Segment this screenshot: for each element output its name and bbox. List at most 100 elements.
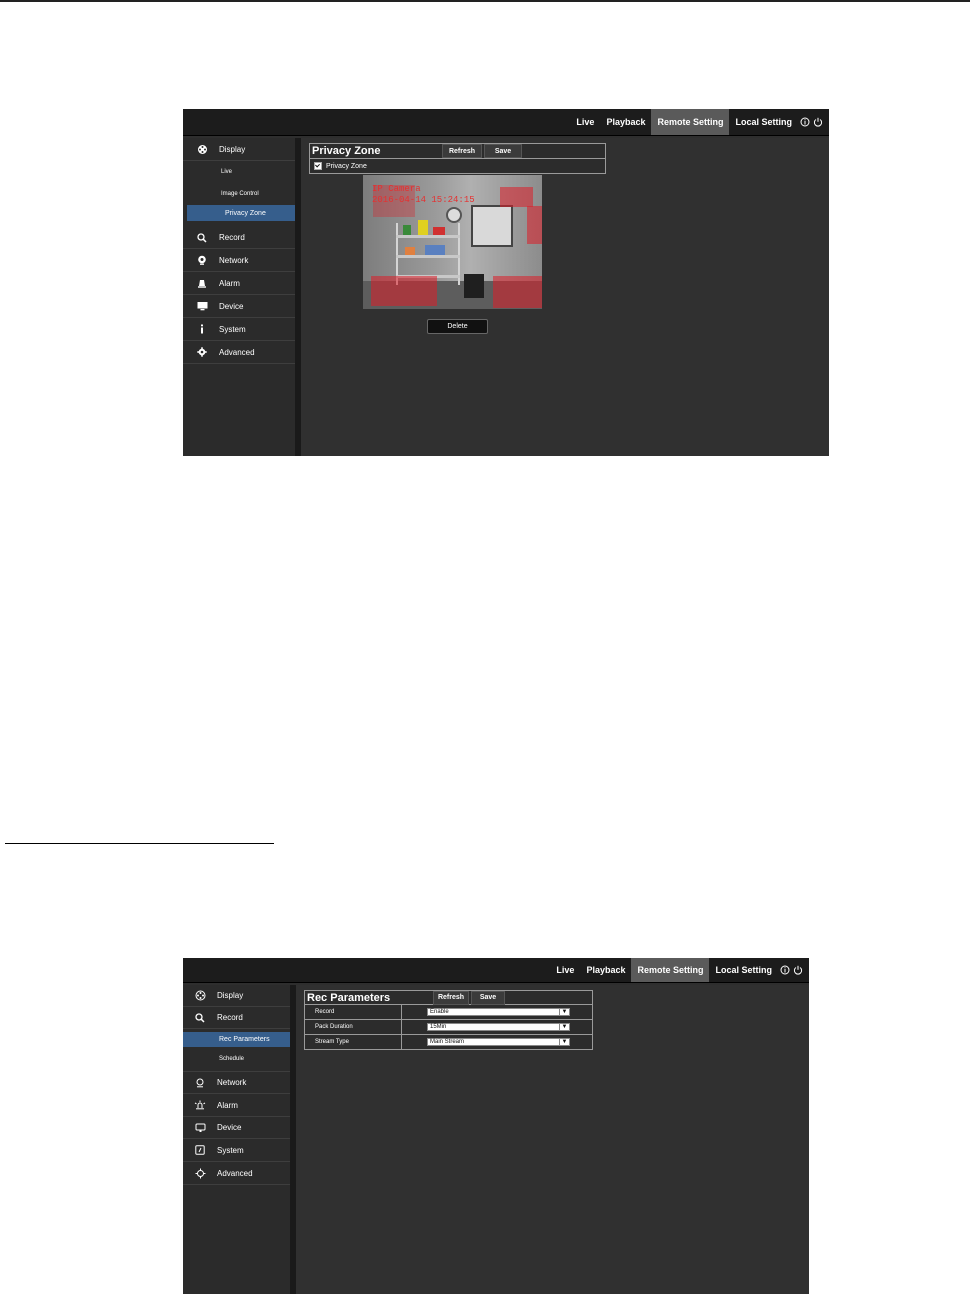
pack-duration-value: 15Min	[430, 1024, 447, 1030]
shelf	[396, 255, 460, 258]
privacy-mask[interactable]	[371, 276, 437, 306]
screenshot-rec-parameters: Live Playback Remote Setting Local Setti…	[183, 958, 809, 1294]
pack-duration-label: Pack Duration	[305, 1020, 402, 1034]
system-icon	[193, 1144, 207, 1156]
info-icon[interactable]	[798, 109, 811, 135]
power-icon[interactable]	[791, 958, 804, 982]
film-reel-icon	[193, 990, 207, 1002]
sidebar-item-label: System	[217, 1145, 244, 1155]
toy	[425, 245, 445, 255]
sidebar-item-record[interactable]: Record	[183, 227, 295, 249]
sidebar-item-alarm[interactable]: Alarm	[183, 272, 295, 295]
sidebar-item-advanced[interactable]: Advanced	[183, 1162, 290, 1185]
save-button[interactable]: Save	[471, 990, 505, 1005]
info-icon[interactable]	[778, 958, 791, 982]
sidebar-item-display[interactable]: Display	[183, 985, 290, 1007]
toy	[418, 220, 428, 235]
sidebar-item-label: Display	[217, 991, 244, 1000]
top-nav-bar: Live Playback Remote Setting Local Setti…	[183, 109, 829, 136]
top-nav: Live Playback Remote Setting Local Setti…	[570, 109, 829, 135]
save-button[interactable]: Save	[484, 144, 522, 158]
sidebar-item-display[interactable]: Display	[183, 138, 295, 161]
sidebar-item-advanced[interactable]: Advanced	[183, 341, 295, 364]
sidebar-sub-image-control[interactable]: Image Control	[183, 183, 295, 205]
sidebar-item-label: Alarm	[217, 1100, 238, 1110]
sidebar-sub-privacy-zone[interactable]: Privacy Zone	[187, 205, 295, 221]
sidebar-item-record[interactable]: Record	[183, 1007, 290, 1029]
top-nav: Live Playback Remote Setting Local Setti…	[550, 958, 809, 982]
network-pin-icon	[193, 1077, 207, 1089]
chevron-down-icon[interactable]: ▼	[559, 1039, 569, 1045]
main-content: Rec Parameters Refresh Save Record Enabl…	[296, 985, 809, 1294]
osd-timestamp: 2016-04-14 15:24:15	[372, 195, 475, 205]
gear-icon	[193, 1167, 207, 1179]
sidebar-item-device[interactable]: Device	[183, 295, 295, 318]
sidebar-item-network[interactable]: Network	[183, 249, 295, 272]
power-icon[interactable]	[811, 109, 824, 135]
chevron-down-icon[interactable]: ▼	[559, 1009, 569, 1015]
privacy-mask[interactable]	[493, 276, 542, 308]
sidebar-item-label: Advanced	[219, 347, 255, 357]
monitor-icon	[195, 300, 209, 312]
wall-board	[471, 205, 513, 247]
nav-live[interactable]: Live	[570, 109, 600, 135]
toy	[403, 225, 411, 235]
panel-header: Rec Parameters Refresh Save	[305, 990, 592, 1005]
privacy-zone-checkbox-row[interactable]: Privacy Zone	[310, 159, 605, 173]
gear-icon	[195, 346, 209, 358]
sidebar-sub-schedule[interactable]: Schedule	[183, 1047, 290, 1072]
wall-clock	[446, 207, 462, 223]
stream-type-label: Stream Type	[305, 1035, 402, 1049]
sidebar-item-label: Device	[219, 301, 244, 311]
nav-remote-setting[interactable]: Remote Setting	[651, 109, 730, 135]
delete-button[interactable]: Delete	[427, 319, 488, 334]
privacy-zone-panel: Privacy Zone Refresh Save Privacy Zone	[309, 143, 606, 174]
panel-header: Privacy Zone Refresh Save	[310, 144, 605, 159]
osd-camera-name: IP Camera	[372, 184, 421, 194]
nav-playback[interactable]: Playback	[580, 958, 631, 982]
sidebar-item-device[interactable]: Device	[183, 1117, 290, 1139]
sidebar-item-label: Display	[219, 144, 246, 154]
record-select[interactable]: Enable ▼	[427, 1008, 570, 1016]
shelf	[396, 235, 460, 238]
toy	[405, 247, 415, 255]
sidebar-item-system[interactable]: System	[183, 1139, 290, 1162]
sidebar-sub-live[interactable]: Live	[183, 161, 295, 183]
panel-title: Rec Parameters	[307, 991, 391, 1004]
privacy-mask[interactable]	[527, 206, 542, 244]
monitor-icon	[193, 1122, 207, 1134]
privacy-zone-checkbox[interactable]	[314, 162, 322, 170]
rec-parameters-panel: Rec Parameters Refresh Save Record Enabl…	[304, 990, 593, 1050]
pack-duration-select[interactable]: 15Min ▼	[427, 1023, 570, 1031]
sidebar-item-alarm[interactable]: Alarm	[183, 1094, 290, 1117]
camera-preview[interactable]: IP Camera 2016-04-14 15:24:15	[363, 175, 542, 309]
nav-playback[interactable]: Playback	[600, 109, 651, 135]
pack-duration-row: Pack Duration 15Min ▼	[305, 1019, 592, 1034]
cabinet	[464, 274, 484, 298]
refresh-button[interactable]: Refresh	[433, 990, 469, 1005]
toy	[433, 227, 445, 235]
refresh-button[interactable]: Refresh	[442, 144, 482, 158]
sidebar-item-network[interactable]: Network	[183, 1072, 290, 1094]
sidebar-item-label: Alarm	[219, 278, 240, 288]
film-reel-icon	[195, 143, 209, 155]
panel-title: Privacy Zone	[312, 145, 381, 157]
nav-live[interactable]: Live	[550, 958, 580, 982]
stream-type-value: Main Stream	[430, 1039, 465, 1045]
checkbox-label: Privacy Zone	[326, 162, 367, 170]
sidebar-sub-rec-parameters[interactable]: Rec Parameters	[183, 1032, 290, 1047]
sidebar-item-system[interactable]: System	[183, 318, 295, 341]
top-nav-bar: Live Playback Remote Setting Local Setti…	[183, 958, 809, 983]
top-rule	[0, 0, 970, 2]
stream-type-select[interactable]: Main Stream ▼	[427, 1038, 570, 1046]
search-icon	[195, 232, 209, 244]
sidebar: Display Record Rec Parameters Schedule N…	[183, 985, 290, 1294]
chevron-down-icon[interactable]: ▼	[559, 1024, 569, 1030]
privacy-mask[interactable]	[500, 187, 533, 207]
sidebar-item-label: Record	[219, 233, 245, 242]
nav-remote-setting[interactable]: Remote Setting	[631, 958, 710, 982]
nav-local-setting[interactable]: Local Setting	[709, 958, 778, 982]
record-label: Record	[305, 1005, 402, 1019]
sidebar-item-label: Advanced	[217, 1168, 253, 1178]
nav-local-setting[interactable]: Local Setting	[729, 109, 798, 135]
